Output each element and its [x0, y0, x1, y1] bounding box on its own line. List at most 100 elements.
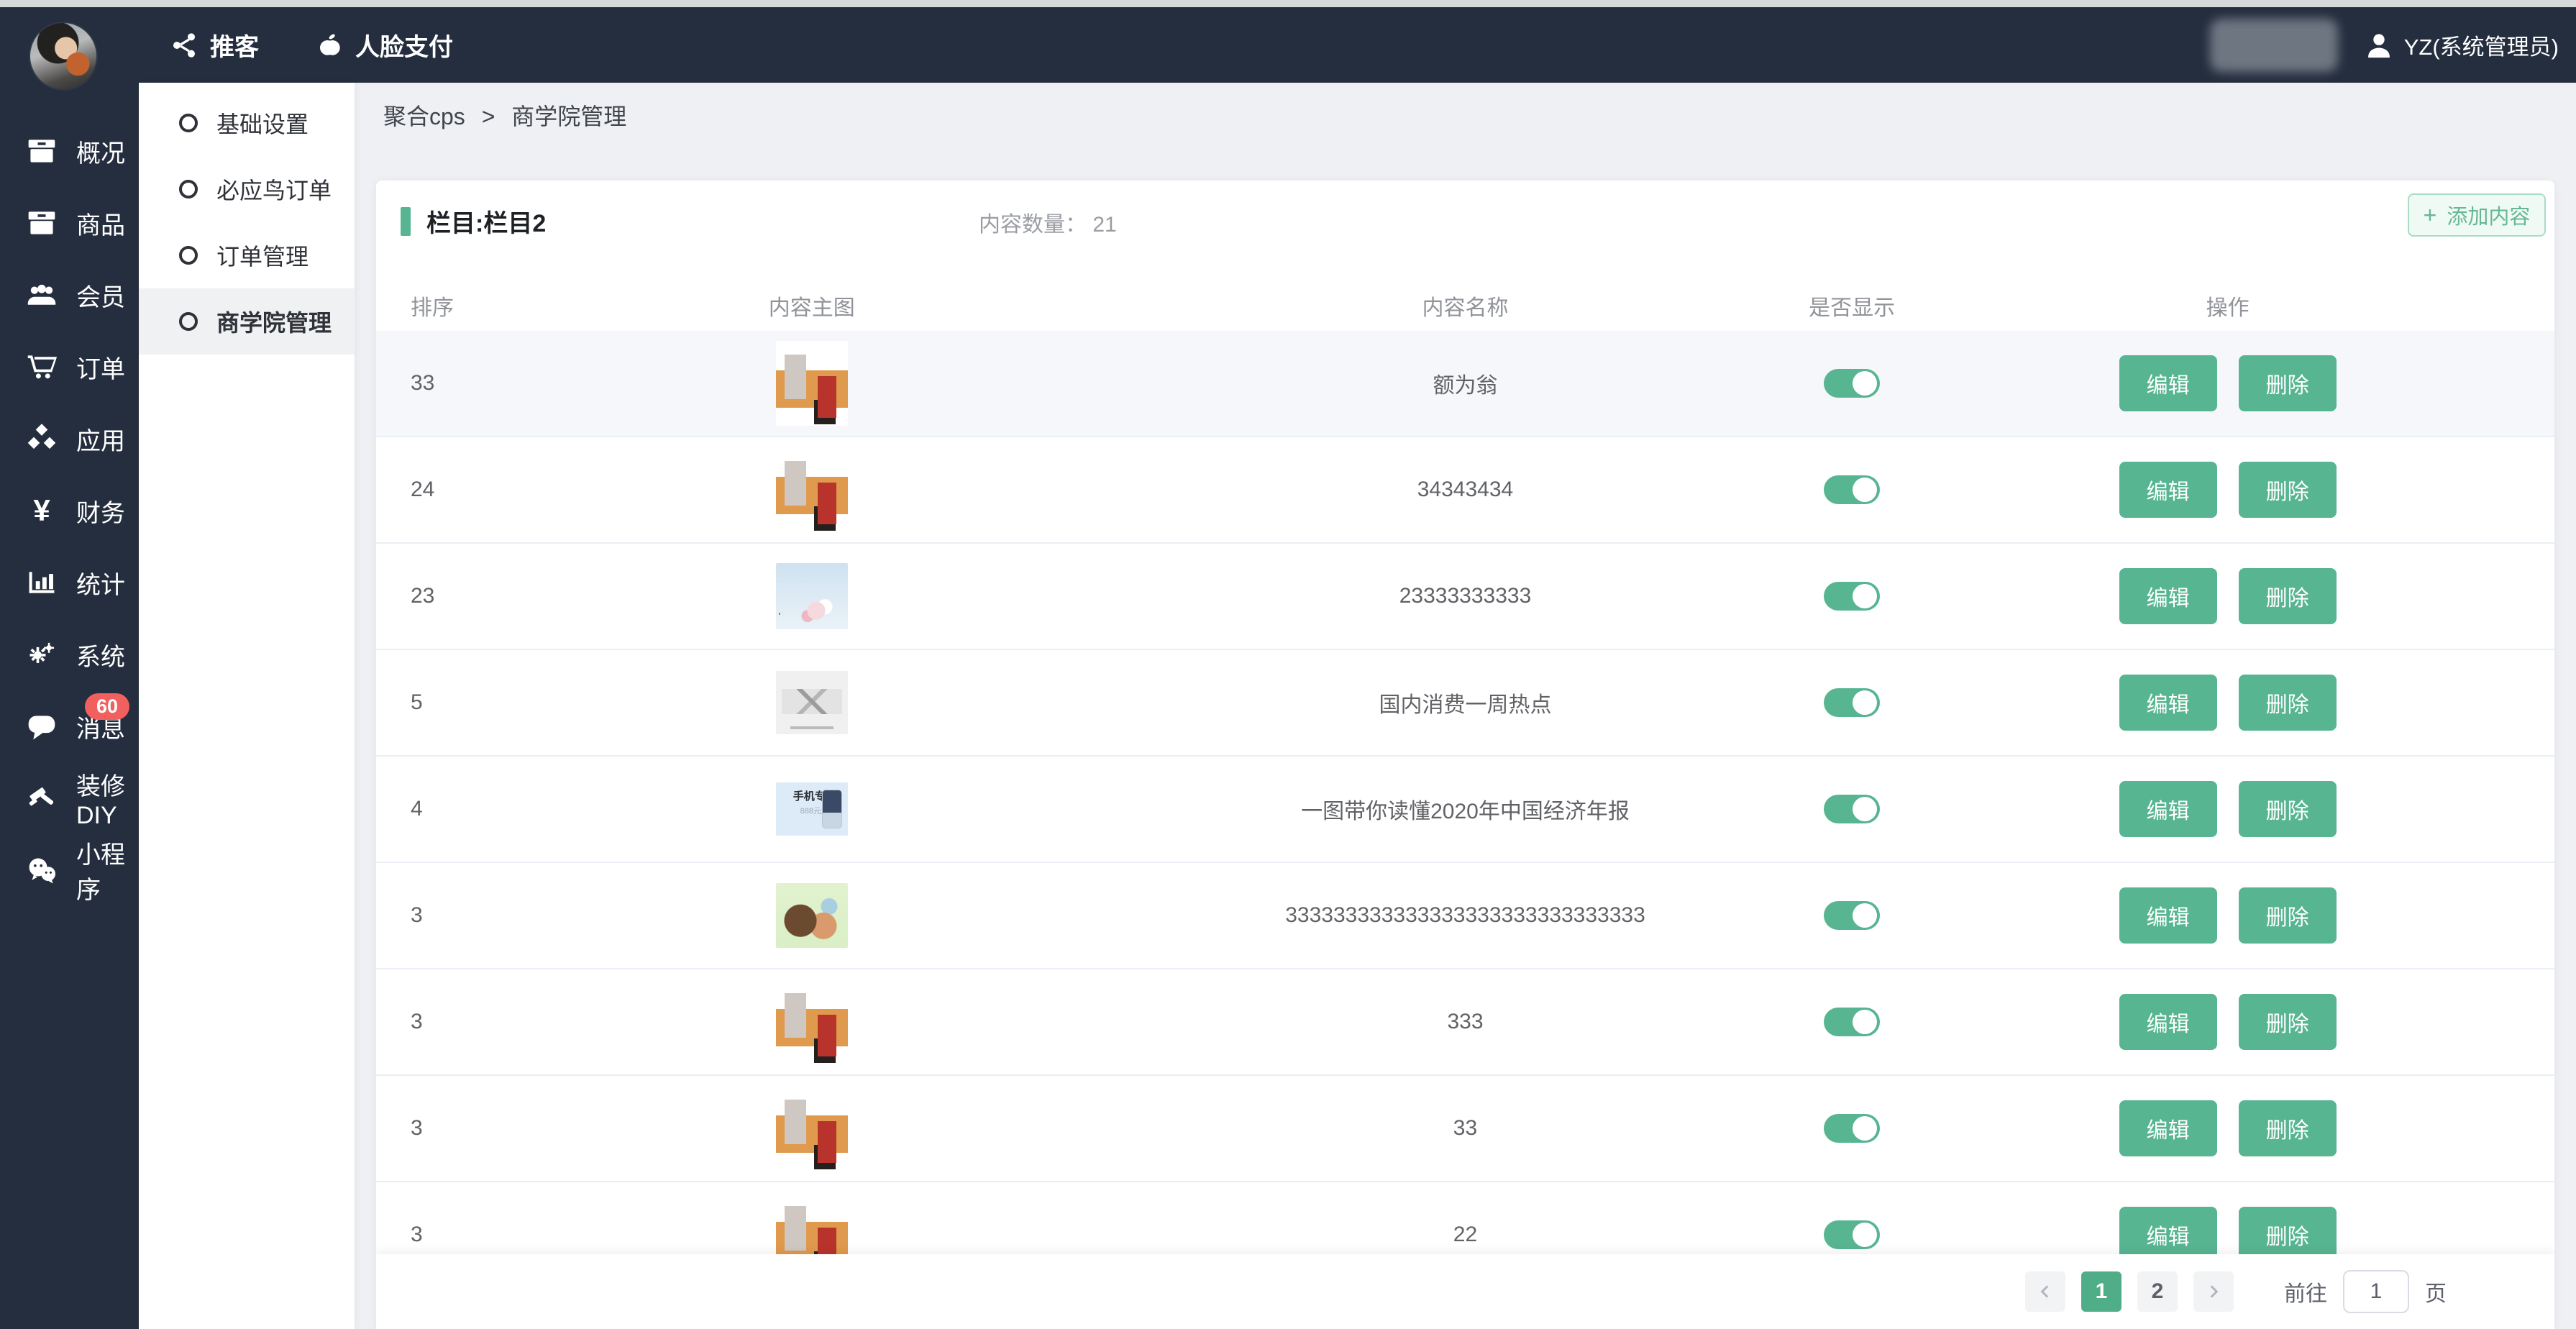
delete-button[interactable]: 删除 [2239, 781, 2337, 837]
table-row: 4 手机专区 888元起 一图带你读懂2020年中国经济年报 编辑删除 [376, 757, 2554, 863]
topbar-item-tuike[interactable]: 推客 [170, 27, 259, 63]
visibility-toggle[interactable] [1824, 688, 1880, 717]
thumbnail-subcaption: 888元起 [782, 805, 848, 816]
visibility-toggle[interactable] [1824, 582, 1880, 611]
chevron-left-icon [2036, 1282, 2055, 1301]
header-name: 内容名称 [1128, 290, 1803, 321]
sort-value: 3 [376, 903, 496, 928]
breadcrumb-root[interactable]: 聚合cps [383, 104, 465, 129]
visibility-toggle[interactable] [1824, 901, 1880, 930]
edit-button[interactable]: 编辑 [2119, 1100, 2217, 1156]
visibility-toggle[interactable] [1824, 1220, 1880, 1249]
wechat-icon [26, 854, 58, 886]
plus-icon: + [2424, 204, 2437, 227]
visibility-toggle[interactable] [1824, 1114, 1880, 1143]
sort-value: 3 [376, 1010, 496, 1034]
sidebar-item-messages[interactable]: 消息 60 [0, 690, 139, 762]
add-content-button[interactable]: + 添加内容 [2408, 193, 2546, 237]
users-icon [26, 279, 58, 311]
sidebar-item-orders[interactable]: 订单 [0, 331, 139, 403]
table-row: 3 333333333333333333333333333333 编辑删除 [376, 863, 2554, 969]
edit-button[interactable]: 编辑 [2119, 887, 2217, 944]
sidebar-item-overview[interactable]: 概况 [0, 115, 139, 187]
topbar-right: YZ(系统管理员) [2210, 19, 2576, 72]
visibility-toggle[interactable] [1824, 795, 1880, 823]
sidebar-item-mini-program[interactable]: 小程序 [0, 834, 139, 906]
edit-button[interactable]: 编辑 [2119, 462, 2217, 518]
sort-value: 3 [376, 1116, 496, 1141]
edit-button[interactable]: 编辑 [2119, 568, 2217, 624]
submenu-item-basic-settings[interactable]: 基础设置 [139, 90, 355, 156]
visibility-toggle[interactable] [1824, 475, 1880, 504]
sidebar-item-decorate-diy[interactable]: 装修DIY [0, 762, 139, 834]
table-row: 23 23333333333 编辑删除 [376, 544, 2554, 650]
title-accent-bar [401, 207, 411, 236]
breadcrumb: 聚合cps > 商学院管理 [383, 99, 626, 132]
next-page-button[interactable] [2193, 1271, 2234, 1312]
sort-value: 23 [376, 584, 496, 608]
delete-button[interactable]: 删除 [2239, 355, 2337, 411]
sort-value: 24 [376, 478, 496, 502]
panel-title-text: 栏目:栏目2 [426, 204, 546, 239]
visibility-toggle[interactable] [1824, 1008, 1880, 1036]
goto-page-input[interactable] [2343, 1270, 2409, 1313]
table-row: 3 33 编辑删除 [376, 1076, 2554, 1182]
delete-button[interactable]: 删除 [2239, 462, 2337, 518]
edit-button[interactable]: 编辑 [2119, 994, 2217, 1050]
yen-icon: ¥ [26, 493, 58, 528]
share-icon [170, 31, 198, 60]
header-sort: 排序 [376, 290, 496, 321]
sidebar-item-members[interactable]: 会员 [0, 259, 139, 331]
submenu-item-business-school[interactable]: 商学院管理 [139, 288, 355, 355]
sidebar-item-label: 应用 [76, 421, 125, 457]
header-actions: 操作 [1901, 290, 2554, 321]
sidebar-item-label: 订单 [76, 350, 125, 385]
toggle-knob [1853, 371, 1877, 396]
thumbnail-caption: 手机专区 [782, 788, 848, 803]
content-count: 内容数量： 21 [979, 206, 1117, 238]
gears-icon [26, 639, 58, 670]
sidebar-item-label: 财务 [76, 493, 125, 529]
sidebar-item-system[interactable]: 系统 [0, 618, 139, 690]
header-visible: 是否显示 [1803, 290, 1901, 321]
delete-button[interactable]: 删除 [2239, 887, 2337, 944]
sidebar-item-goods[interactable]: 商品 [0, 187, 139, 259]
avatar[interactable] [29, 22, 98, 91]
content-thumbnail [776, 447, 848, 532]
comment-icon [26, 711, 58, 742]
page-button-1[interactable]: 1 [2081, 1271, 2121, 1312]
prev-page-button[interactable] [2025, 1271, 2065, 1312]
content-panel: 栏目:栏目2 内容数量： 21 + 添加内容 排序 内容主图 内容名称 是否显示… [376, 181, 2554, 1329]
content-thumbnail [776, 563, 848, 629]
delete-button[interactable]: 删除 [2239, 1100, 2337, 1156]
submenu-item-label: 订单管理 [216, 239, 309, 272]
toggle-knob [1853, 1116, 1877, 1141]
topbar-item-face-pay[interactable]: 人脸支付 [315, 27, 453, 63]
toggle-knob [1853, 797, 1877, 821]
page-button-2[interactable]: 2 [2137, 1271, 2178, 1312]
content-name: 333333333333333333333333333333 [1128, 903, 1803, 928]
toggle-knob [1853, 1223, 1877, 1247]
user-menu[interactable]: YZ(系统管理员) [2364, 29, 2559, 61]
sidebar-item-apps[interactable]: 应用 [0, 403, 139, 475]
visibility-toggle[interactable] [1824, 369, 1880, 398]
delete-button[interactable]: 删除 [2239, 675, 2337, 731]
panel-title: 栏目:栏目2 [401, 204, 546, 239]
submenu-item-bird-orders[interactable]: 必应鸟订单 [139, 156, 355, 222]
topbar-menu: 推客 人脸支付 [170, 27, 453, 63]
edit-button[interactable]: 编辑 [2119, 781, 2217, 837]
header-image: 内容主图 [496, 290, 1128, 321]
delete-button[interactable]: 删除 [2239, 568, 2337, 624]
main-content: 聚合cps > 商学院管理 栏目:栏目2 内容数量： 21 + 添加内容 排序 … [355, 83, 2576, 1329]
topbar-item-label: 人脸支付 [355, 27, 453, 63]
submenu-item-order-management[interactable]: 订单管理 [139, 222, 355, 288]
sidebar-item-label: 小程序 [76, 835, 139, 905]
secondary-sidebar: 基础设置 必应鸟订单 订单管理 商学院管理 [139, 83, 355, 1329]
edit-button[interactable]: 编辑 [2119, 675, 2217, 731]
edit-button[interactable]: 编辑 [2119, 355, 2217, 411]
sidebar-item-finance[interactable]: ¥ 财务 [0, 475, 139, 547]
submenu-item-label: 商学院管理 [216, 305, 332, 338]
delete-button[interactable]: 删除 [2239, 994, 2337, 1050]
sidebar-item-stats[interactable]: 统计 [0, 547, 139, 618]
breadcrumb-separator: > [482, 104, 495, 129]
